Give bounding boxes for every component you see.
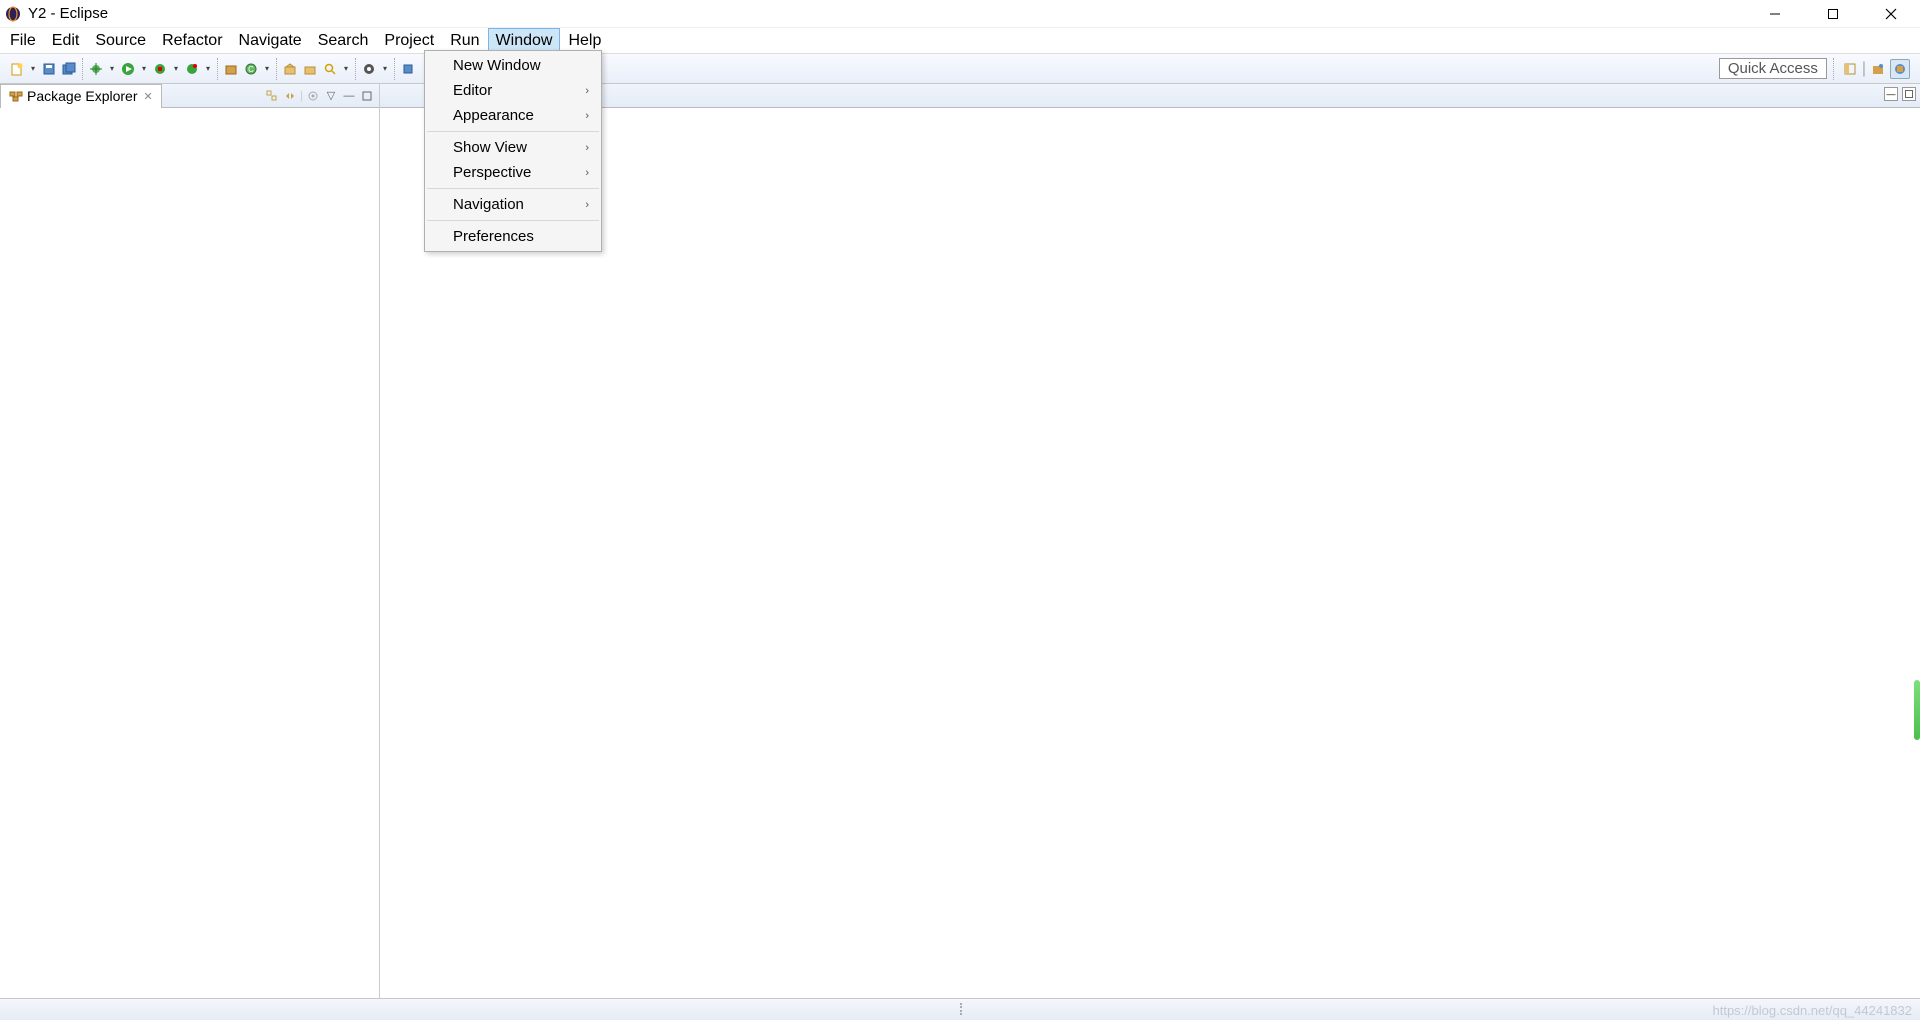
separator: | xyxy=(1862,60,1866,78)
menu-separator xyxy=(427,188,599,189)
coverage-dropdown[interactable]: ▾ xyxy=(171,64,181,73)
menu-item-new-window[interactable]: New Window xyxy=(425,53,601,78)
submenu-arrow-icon: › xyxy=(585,199,589,211)
javaee-perspective-button[interactable] xyxy=(1890,59,1910,79)
run-button[interactable] xyxy=(119,60,137,78)
close-button[interactable] xyxy=(1862,0,1920,28)
open-perspective-button[interactable] xyxy=(1840,59,1860,79)
submenu-arrow-icon: › xyxy=(585,167,589,179)
package-explorer-tabbar: Package Explorer ✕ | ▽ — xyxy=(0,84,379,108)
package-explorer-close-icon[interactable]: ✕ xyxy=(144,90,153,103)
watermark-text: https://blog.csdn.net/qq_44241832 xyxy=(1713,1003,1913,1018)
editor-area: — xyxy=(380,84,1920,998)
editor-tabbar: — xyxy=(380,84,1920,108)
menu-navigate[interactable]: Navigate xyxy=(231,28,310,53)
editor-maximize-button[interactable] xyxy=(1902,87,1916,101)
search-button[interactable] xyxy=(321,60,339,78)
pin-button[interactable] xyxy=(399,60,417,78)
menu-search[interactable]: Search xyxy=(310,28,377,53)
workspace: Package Explorer ✕ | ▽ — — xyxy=(0,84,1920,998)
title-bar: Y2 - Eclipse xyxy=(0,0,1920,28)
menu-separator xyxy=(427,131,599,132)
window-controls xyxy=(1746,0,1920,28)
focus-task-button[interactable] xyxy=(305,88,321,104)
menu-item-preferences[interactable]: Preferences xyxy=(425,224,601,249)
save-all-button[interactable] xyxy=(60,60,78,78)
window-menu-dropdown: New Window Editor› Appearance› Show View… xyxy=(424,50,602,252)
menu-item-perspective[interactable]: Perspective› xyxy=(425,160,601,185)
collapse-all-button[interactable] xyxy=(264,88,280,104)
quick-access-input[interactable]: Quick Access xyxy=(1719,58,1827,79)
debug-dropdown[interactable]: ▾ xyxy=(107,64,117,73)
submenu-arrow-icon: › xyxy=(585,85,589,97)
menu-refactor[interactable]: Refactor xyxy=(154,28,230,53)
menu-file[interactable]: File xyxy=(2,28,44,53)
menu-item-appearance[interactable]: Appearance› xyxy=(425,103,601,128)
editor-minimize-button[interactable]: — xyxy=(1884,87,1898,101)
coverage-button[interactable] xyxy=(151,60,169,78)
annotation-dropdown[interactable]: ▾ xyxy=(380,64,390,73)
maximize-button[interactable] xyxy=(1804,0,1862,28)
external-button[interactable] xyxy=(183,60,201,78)
perspective-switcher: | xyxy=(1833,58,1910,80)
run-dropdown[interactable]: ▾ xyxy=(139,64,149,73)
minimize-pane-button[interactable]: — xyxy=(341,88,357,104)
new-class-dropdown[interactable]: ▾ xyxy=(262,64,272,73)
maximize-pane-button[interactable] xyxy=(359,88,375,104)
open-task-button[interactable] xyxy=(301,60,319,78)
package-explorer-body[interactable] xyxy=(0,108,379,998)
menu-item-show-view[interactable]: Show View› xyxy=(425,135,601,160)
menu-item-editor[interactable]: Editor› xyxy=(425,78,601,103)
new-button[interactable] xyxy=(8,60,26,78)
status-bar: https://blog.csdn.net/qq_44241832 xyxy=(0,998,1920,1020)
minimize-button[interactable] xyxy=(1746,0,1804,28)
external-dropdown[interactable]: ▾ xyxy=(203,64,213,73)
menu-edit[interactable]: Edit xyxy=(44,28,88,53)
submenu-arrow-icon: › xyxy=(585,142,589,154)
view-menu-button[interactable]: ▽ xyxy=(323,88,339,104)
search-dropdown[interactable]: ▾ xyxy=(341,64,351,73)
menu-source[interactable]: Source xyxy=(87,28,154,53)
package-explorer-pane: Package Explorer ✕ | ▽ — xyxy=(0,84,380,998)
scroll-indicator[interactable] xyxy=(1914,680,1920,740)
separator: | xyxy=(300,90,303,102)
package-explorer-tab-label: Package Explorer xyxy=(27,88,138,104)
svg-text:C: C xyxy=(248,65,254,74)
annotation-button[interactable] xyxy=(360,60,378,78)
new-dropdown[interactable]: ▾ xyxy=(28,64,38,73)
window-title: Y2 - Eclipse xyxy=(28,5,108,22)
package-explorer-tab[interactable]: Package Explorer ✕ xyxy=(0,84,162,108)
eclipse-icon xyxy=(4,5,22,23)
submenu-arrow-icon: › xyxy=(585,110,589,122)
menu-bar: File Edit Source Refactor Navigate Searc… xyxy=(0,28,1920,54)
new-class-button[interactable]: C xyxy=(242,60,260,78)
java-perspective-button[interactable] xyxy=(1868,59,1888,79)
new-package-button[interactable] xyxy=(222,60,240,78)
package-icon xyxy=(9,89,23,103)
open-type-button[interactable] xyxy=(281,60,299,78)
save-button[interactable] xyxy=(40,60,58,78)
package-explorer-controls: | ▽ — xyxy=(264,88,379,104)
menu-separator xyxy=(427,220,599,221)
menu-item-navigation[interactable]: Navigation› xyxy=(425,192,601,217)
debug-button[interactable] xyxy=(87,60,105,78)
status-grip[interactable] xyxy=(960,1003,963,1015)
main-toolbar: ▾ ▾ ▾ ▾ ▾ C ▾ ▾ ▾ ▾ Quick Access | xyxy=(0,54,1920,84)
link-editor-button[interactable] xyxy=(282,88,298,104)
